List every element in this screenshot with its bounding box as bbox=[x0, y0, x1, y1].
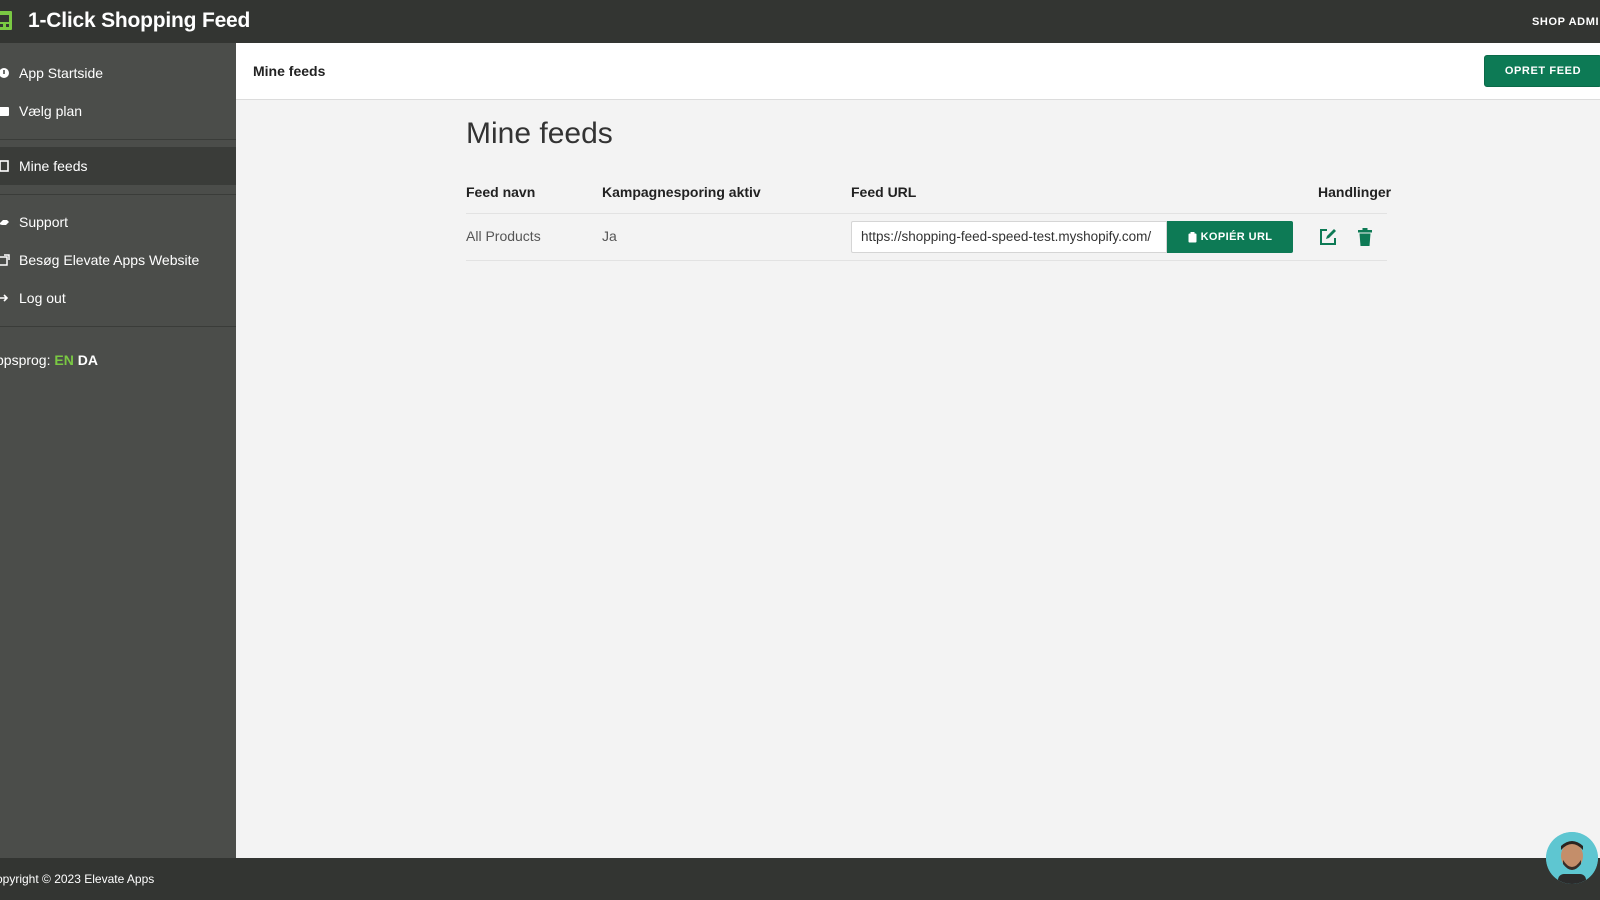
support-icon bbox=[0, 216, 10, 228]
feeds-icon bbox=[0, 160, 10, 172]
sidebar-item-mine-feeds[interactable]: Mine feeds bbox=[0, 147, 236, 185]
sidebar-item-label: Support bbox=[19, 214, 69, 230]
feed-url-field[interactable]: https://shopping-feed-speed-test.myshopi… bbox=[851, 221, 1167, 253]
sidebar: App Startside Vælg plan Mine feeds Suppo… bbox=[0, 43, 236, 858]
sidebar-divider bbox=[0, 194, 236, 195]
app-title: 1-Click Shopping Feed bbox=[28, 9, 251, 32]
table-header-divider bbox=[466, 213, 1387, 214]
footer: opyright © 2023 Elevate Apps bbox=[0, 858, 1600, 900]
sidebar-item-label: App Startside bbox=[19, 65, 104, 81]
logout-icon bbox=[0, 292, 10, 304]
breadcrumb-title: Mine feeds bbox=[253, 63, 326, 79]
home-icon bbox=[0, 67, 10, 79]
sidebar-item-support[interactable]: Support bbox=[0, 203, 236, 241]
create-feed-button[interactable]: OPRET FEED bbox=[1484, 55, 1600, 87]
language-label: ppsprog: bbox=[0, 352, 55, 368]
campaign-tracking-cell: Ja bbox=[602, 228, 617, 244]
plan-icon bbox=[0, 105, 10, 117]
language-en-link[interactable]: EN bbox=[54, 352, 73, 368]
page-header: Mine feeds OPRET FEED bbox=[236, 43, 1600, 100]
sidebar-item-label: Vælg plan bbox=[19, 103, 83, 119]
sidebar-item-label: Besøg Elevate Apps Website bbox=[19, 252, 200, 268]
shopping-cart-logo-icon bbox=[0, 11, 12, 30]
column-header-feed-name: Feed navn bbox=[466, 184, 536, 200]
language-da-link[interactable]: DA bbox=[78, 352, 98, 368]
column-header-campaign-tracking: Kampagnesporing aktiv bbox=[602, 184, 761, 200]
sidebar-item-label: Mine feeds bbox=[19, 158, 88, 174]
external-link-icon bbox=[0, 254, 10, 266]
sidebar-item-app-startside[interactable]: App Startside bbox=[0, 54, 236, 92]
sidebar-item-log-out[interactable]: Log out bbox=[0, 279, 236, 317]
copy-url-button[interactable]: KOPIÉR URL bbox=[1167, 221, 1293, 253]
sidebar-divider bbox=[0, 326, 236, 327]
copyright-text: opyright © 2023 Elevate Apps bbox=[0, 872, 155, 886]
support-chat-avatar[interactable] bbox=[1546, 832, 1598, 884]
sidebar-item-label: Log out bbox=[19, 290, 66, 306]
column-header-feed-url: Feed URL bbox=[851, 184, 917, 200]
shop-admin-link[interactable]: SHOP ADMI bbox=[1532, 16, 1599, 28]
sidebar-item-vaelg-plan[interactable]: Vælg plan bbox=[0, 92, 236, 130]
person-avatar-icon bbox=[1546, 832, 1598, 884]
clipboard-icon bbox=[1188, 231, 1197, 242]
sidebar-divider bbox=[0, 139, 236, 140]
feed-name-cell: All Products bbox=[466, 228, 541, 244]
page-title: Mine feeds bbox=[466, 117, 613, 150]
top-bar: 1-Click Shopping Feed SHOP ADMI bbox=[0, 0, 1600, 43]
delete-trash-icon[interactable] bbox=[1355, 227, 1375, 247]
table-row-divider bbox=[466, 260, 1387, 261]
edit-icon[interactable] bbox=[1318, 227, 1338, 247]
column-header-actions: Handlinger bbox=[1318, 184, 1392, 200]
sidebar-item-besog-elevate-apps[interactable]: Besøg Elevate Apps Website bbox=[0, 241, 236, 279]
copy-url-label: KOPIÉR URL bbox=[1200, 231, 1273, 243]
app-language-switcher: ppsprog: EN DA bbox=[0, 352, 98, 368]
